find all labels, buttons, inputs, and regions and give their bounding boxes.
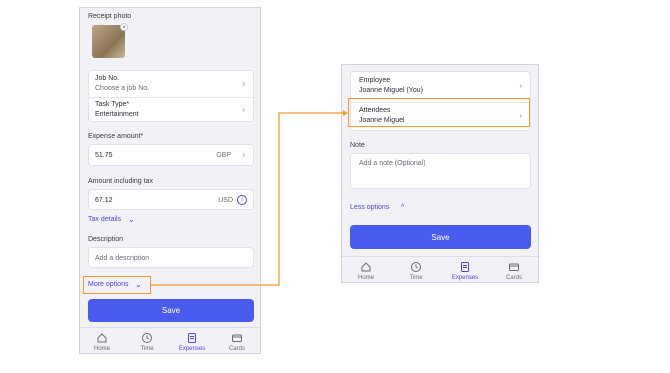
connector-arrow [151, 110, 348, 286]
